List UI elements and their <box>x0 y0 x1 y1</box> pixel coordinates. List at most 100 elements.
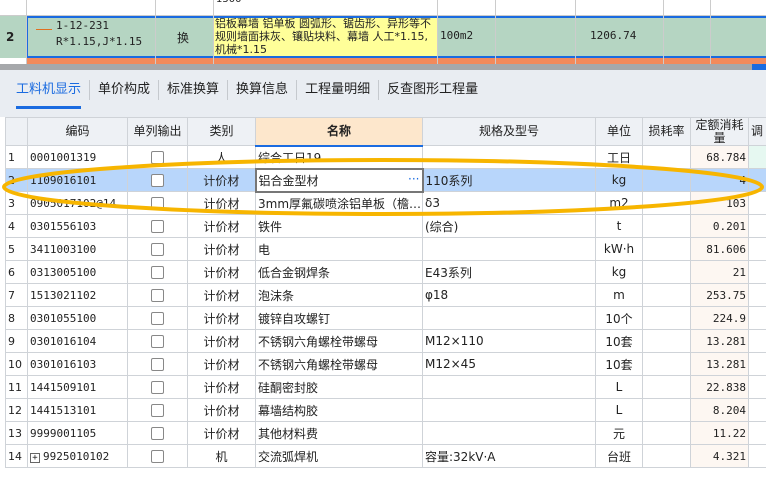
grid-row-prev[interactable]: 1500 <box>0 0 766 16</box>
name-cell[interactable]: 其他材料费 <box>255 421 423 445</box>
table-row[interactable]: 9 0301016104 计价材 不锈钢六角螺栓带螺母 M12×110 10套 13.281 <box>5 329 766 353</box>
tab-conversion-info[interactable]: 换算信息 <box>228 80 298 100</box>
category-cell[interactable]: 人 <box>187 145 256 169</box>
unit-cell[interactable]: L <box>595 398 643 422</box>
loss-rate-cell[interactable] <box>642 237 691 261</box>
code-cell[interactable]: 1513021102 <box>27 283 128 307</box>
single-output-checkbox[interactable] <box>151 358 164 371</box>
code-cell[interactable]: 1441509101 <box>27 375 128 399</box>
spec-cell[interactable]: (综合) <box>422 214 596 238</box>
col-loss-rate[interactable]: 损耗率 <box>642 117 691 146</box>
single-output-checkbox[interactable] <box>151 266 164 279</box>
category-cell[interactable]: 计价材 <box>187 421 256 445</box>
name-cell[interactable]: 不锈钢六角螺栓带螺母 <box>255 329 423 353</box>
table-row[interactable]: 7 1513021102 计价材 泡沫条 φ18 m 253.75 <box>5 283 766 307</box>
unit-cell[interactable]: kg <box>595 260 643 284</box>
quota-qty-cell[interactable]: 21 <box>690 260 749 284</box>
name-cell[interactable]: 泡沫条 <box>255 283 423 307</box>
tab-standard-conversion[interactable]: 标准换算 <box>159 80 229 100</box>
table-row[interactable]: 5 3411003100 计价材电 kW·h 81.606 <box>5 237 766 261</box>
quota-qty-cell[interactable]: 4 <box>690 168 749 192</box>
unit-cell[interactable]: t <box>595 214 643 238</box>
single-output-cell[interactable] <box>127 329 188 353</box>
loss-rate-cell[interactable] <box>642 260 691 284</box>
unit-cell[interactable]: 10套 <box>595 352 643 376</box>
col-spec[interactable]: 规格及型号 <box>422 117 596 146</box>
col-category[interactable]: 类别 <box>187 117 256 146</box>
single-output-checkbox[interactable] <box>151 174 164 187</box>
category-cell[interactable]: 计价材 <box>187 237 256 261</box>
spec-cell[interactable]: δ3 <box>422 191 596 215</box>
unit-cell[interactable]: kW·h <box>595 237 643 261</box>
adjust-cell[interactable] <box>748 329 766 353</box>
code-cell[interactable]: 0301016103 <box>27 352 128 376</box>
more-icon[interactable]: ··· <box>408 172 419 186</box>
col-adjust[interactable]: 调 <box>748 117 766 146</box>
spec-cell[interactable]: M12×45 <box>422 352 596 376</box>
tab-labor-material-machine[interactable]: 工料机显示 <box>8 80 91 109</box>
name-cell[interactable]: 3mm厚氟碳喷涂铝单板（檐… <box>255 191 423 215</box>
unit-cell[interactable]: m <box>595 283 643 307</box>
name-cell[interactable]: 铝合金型材 ··· <box>254 167 424 193</box>
spec-cell[interactable] <box>422 398 596 422</box>
spec-cell[interactable]: 容量:32kV·A <box>422 444 596 468</box>
name-cell[interactable]: 铁件 <box>255 214 423 238</box>
name-cell[interactable]: 硅酮密封胶 <box>255 375 423 399</box>
quota-qty-cell[interactable]: 253.75 <box>690 283 749 307</box>
col-unit[interactable]: 单位 <box>595 117 643 146</box>
loss-rate-cell[interactable] <box>642 421 691 445</box>
code-cell[interactable]: 0301556103 <box>27 214 128 238</box>
loss-rate-cell[interactable] <box>642 191 691 215</box>
adjust-cell[interactable] <box>748 260 766 284</box>
loss-rate-cell[interactable] <box>642 375 691 399</box>
quota-qty-cell[interactable]: 0.201 <box>690 214 749 238</box>
single-output-cell[interactable] <box>127 191 188 215</box>
single-output-cell[interactable] <box>127 444 188 468</box>
loss-rate-cell[interactable] <box>642 145 691 169</box>
name-cell[interactable]: 综合工日19 <box>255 145 423 169</box>
single-output-checkbox[interactable] <box>151 427 164 440</box>
single-output-checkbox[interactable] <box>151 450 164 463</box>
quota-qty-cell[interactable]: 4.321 <box>690 444 749 468</box>
name-cell[interactable]: 不锈钢六角螺栓带螺母 <box>255 352 423 376</box>
single-output-cell[interactable] <box>127 214 188 238</box>
category-cell[interactable]: 计价材 <box>187 214 256 238</box>
col-quota-qty[interactable]: 定额消耗量 <box>690 117 749 146</box>
unit-cell[interactable]: m2 <box>595 191 643 215</box>
category-cell[interactable]: 计价材 <box>187 329 256 353</box>
single-output-checkbox[interactable] <box>151 151 164 164</box>
category-cell[interactable]: 计价材 <box>187 352 256 376</box>
name-cell[interactable]: 低合金钢焊条 <box>255 260 423 284</box>
name-cell[interactable]: 交流弧焊机 <box>255 444 423 468</box>
code-cell[interactable]: +9925010102 <box>27 444 128 468</box>
category-cell[interactable]: 计价材 <box>187 398 256 422</box>
loss-rate-cell[interactable] <box>642 329 691 353</box>
code-cell[interactable]: 3411003100 <box>27 237 128 261</box>
single-output-cell[interactable] <box>127 398 188 422</box>
tab-quantity-detail[interactable]: 工程量明细 <box>297 80 380 100</box>
quota-qty-cell[interactable]: 13.281 <box>690 329 749 353</box>
single-output-cell[interactable] <box>127 375 188 399</box>
unit-cell[interactable]: 10个 <box>595 306 643 330</box>
code-cell[interactable]: 0905017102@14 <box>27 191 128 215</box>
code-cell[interactable]: 0313005100 <box>27 260 128 284</box>
unit-cell[interactable]: 10套 <box>595 329 643 353</box>
adjust-cell[interactable] <box>748 398 766 422</box>
single-output-cell[interactable] <box>127 237 188 261</box>
table-row[interactable]: 3 0905017102@14 计价材 3mm厚氟碳喷涂铝单板（檐… δ3 m2 103 <box>5 191 766 215</box>
unit-cell[interactable]: 工日 <box>595 145 643 169</box>
name-cell[interactable]: 电 <box>255 237 423 261</box>
adjust-cell[interactable] <box>748 214 766 238</box>
spec-cell[interactable]: E43系列 <box>422 260 596 284</box>
single-output-checkbox[interactable] <box>151 404 164 417</box>
loss-rate-cell[interactable] <box>642 444 691 468</box>
col-single-output[interactable]: 单列输出 <box>127 117 188 146</box>
tab-reverse-graphic-quantity[interactable]: 反查图形工程量 <box>379 80 486 100</box>
table-row[interactable]: 10 0301016103 计价材 不锈钢六角螺栓带螺母 M12×45 10套 13.281 <box>5 352 766 376</box>
spec-cell[interactable] <box>422 375 596 399</box>
table-row[interactable]: 1 0001001319 人综合工日19 工日 68.784 <box>5 145 766 169</box>
adjust-cell[interactable] <box>748 444 766 468</box>
table-row[interactable]: 6 0313005100 计价材 低合金钢焊条 E43系列 kg 21 <box>5 260 766 284</box>
spec-cell[interactable]: M12×110 <box>422 329 596 353</box>
quota-qty-cell[interactable]: 224.9 <box>690 306 749 330</box>
